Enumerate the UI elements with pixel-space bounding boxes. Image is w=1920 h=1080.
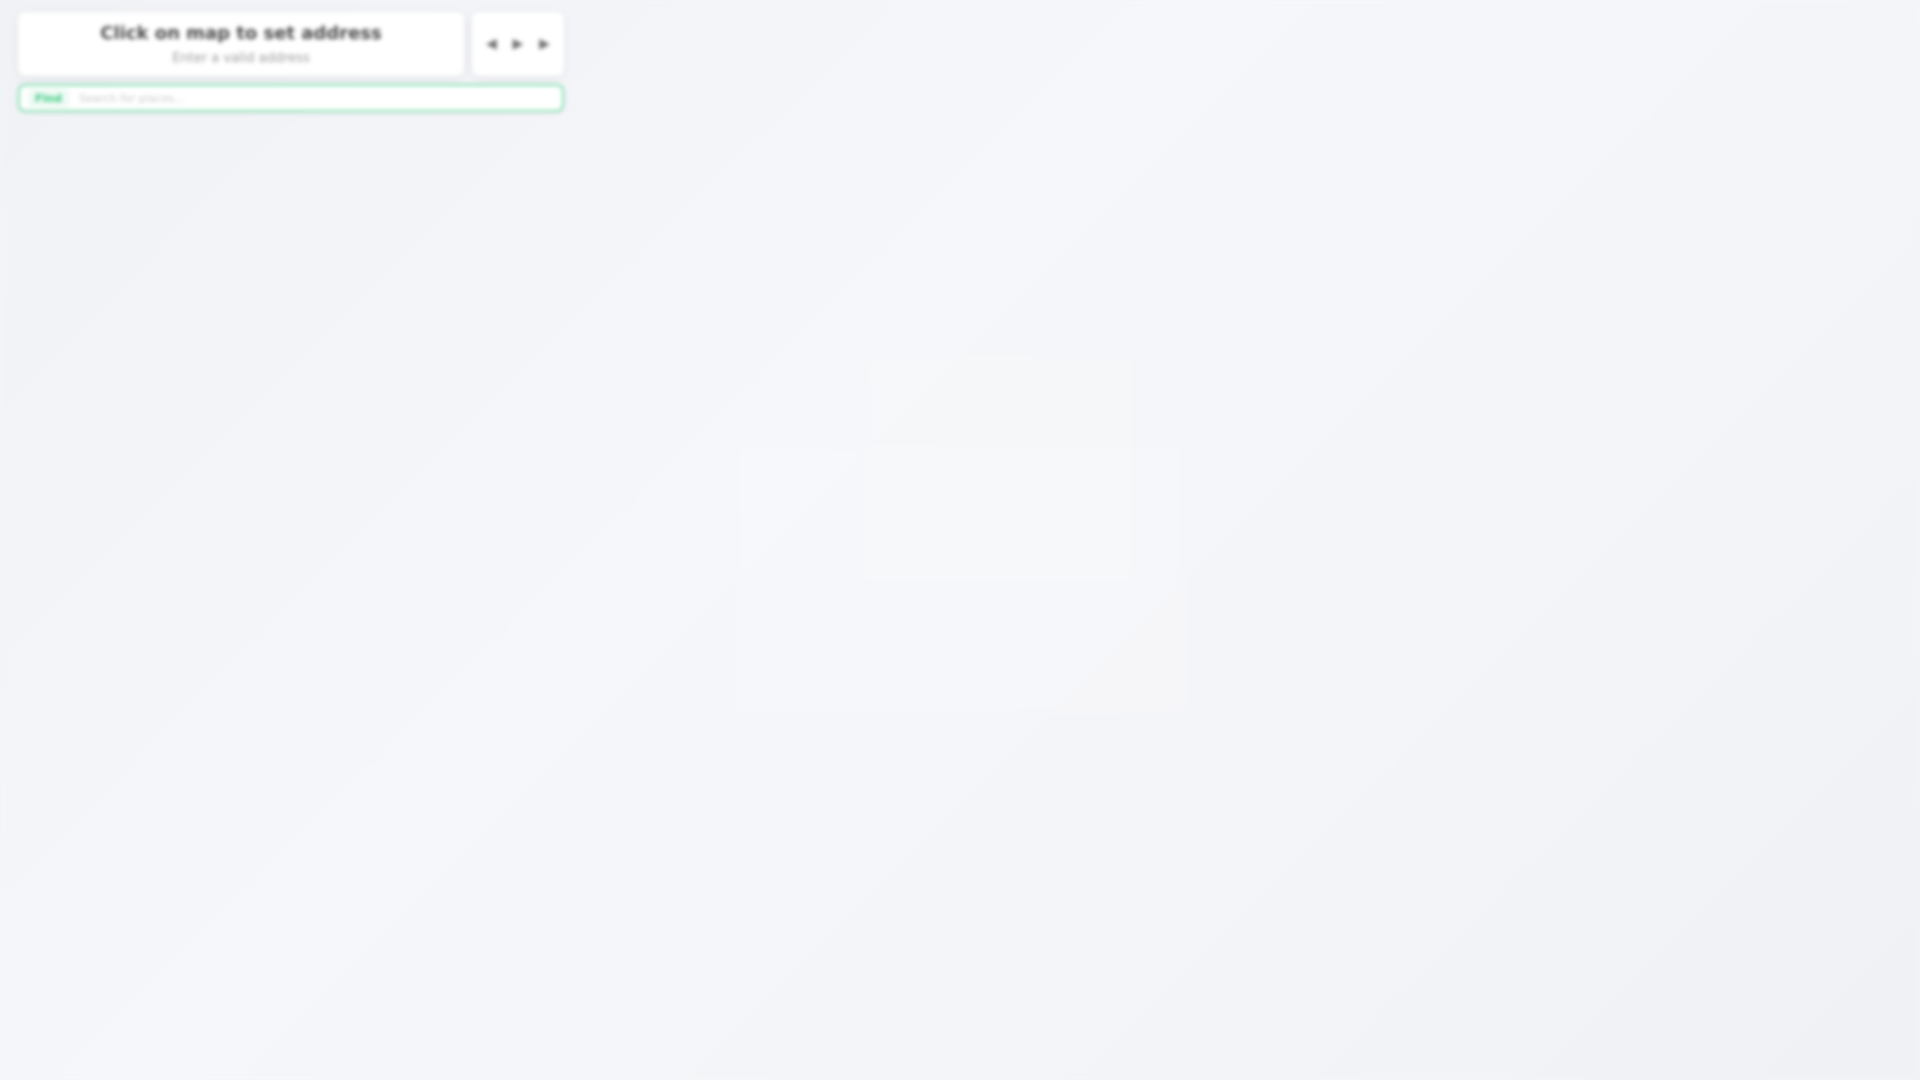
chevron-left-icon[interactable]: ◀ (481, 34, 501, 54)
address-subtitle: Enter a valid address (172, 51, 310, 66)
navigation-controls: ◀ ▶ ▶ (472, 12, 564, 76)
address-title: Click on map to set address (100, 23, 382, 44)
play-icon[interactable]: ▶ (508, 34, 528, 54)
search-input[interactable] (77, 85, 562, 111)
address-card: Click on map to set address Enter a vali… (18, 12, 464, 76)
map-area[interactable] (0, 0, 1920, 1080)
map-highlight-region (870, 360, 1130, 580)
search-tag: Find (28, 89, 69, 107)
search-bar[interactable]: Find (18, 84, 564, 112)
next-icon[interactable]: ▶ (535, 34, 555, 54)
top-panel: Click on map to set address Enter a vali… (18, 12, 564, 76)
